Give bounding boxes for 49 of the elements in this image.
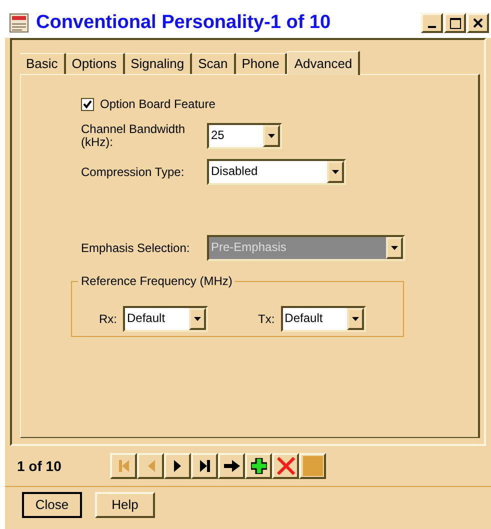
toolbar-button[interactable]	[272, 453, 299, 479]
field-label: Emphasis Selection:	[81, 242, 191, 254]
checkbox[interactable]	[81, 98, 94, 110]
next-record-icon	[174, 459, 182, 473]
plus-icon	[250, 458, 266, 474]
close-icon	[473, 18, 483, 28]
minimize-button[interactable]	[421, 13, 443, 33]
dialog-button[interactable]: Help	[95, 492, 155, 518]
caret-icon	[391, 246, 398, 250]
toolbar-button[interactable]	[191, 453, 218, 479]
close-button[interactable]	[467, 13, 489, 33]
window-title: Conventional Personality-1 of 10	[36, 10, 331, 35]
toolbar-button[interactable]	[218, 453, 245, 479]
tab[interactable]: Options	[66, 53, 125, 74]
checkmark-icon	[83, 100, 92, 108]
tab[interactable]: Phone	[236, 53, 288, 74]
minimize-icon	[428, 26, 436, 28]
toolbar-button[interactable]	[299, 453, 326, 479]
tab[interactable]: Advanced	[287, 51, 360, 75]
maximize-icon	[450, 18, 460, 28]
tab[interactable]: Signaling	[124, 53, 192, 74]
right-arrow-icon	[224, 460, 240, 472]
dropdown[interactable]: Default	[280, 306, 366, 332]
toolbar-button[interactable]	[164, 453, 191, 479]
field-label: Tx:	[258, 311, 275, 328]
caret-icon	[194, 317, 201, 321]
caret-icon	[268, 134, 275, 138]
tab[interactable]: Basic	[20, 53, 66, 74]
group-title: Reference Frequency (MHz)	[78, 274, 236, 288]
field-label: Compression Type:	[81, 166, 186, 178]
caret-icon	[332, 170, 339, 174]
dropdown[interactable]: 25	[207, 123, 282, 149]
record-counter: 1 of 10	[17, 456, 62, 476]
document-icon	[8, 12, 30, 34]
first-record-icon	[118, 459, 130, 473]
dropdown[interactable]: Disabled	[207, 159, 346, 185]
checkbox-label: Option Board Feature	[100, 96, 216, 113]
toolbar-button[interactable]	[245, 453, 272, 479]
maximize-button[interactable]	[444, 13, 466, 33]
delete-icon	[276, 457, 294, 475]
last-record-icon	[198, 459, 210, 473]
field-label: Rx:	[99, 311, 117, 328]
tab[interactable]: Scan	[192, 53, 236, 74]
field-label: Channel Bandwidth (kHz):	[81, 123, 186, 149]
caret-icon	[352, 317, 359, 321]
previous-record-icon	[146, 459, 154, 473]
dropdown[interactable]: Default	[123, 306, 208, 332]
dialog-button[interactable]: Close	[22, 492, 82, 518]
square-icon	[302, 456, 322, 476]
